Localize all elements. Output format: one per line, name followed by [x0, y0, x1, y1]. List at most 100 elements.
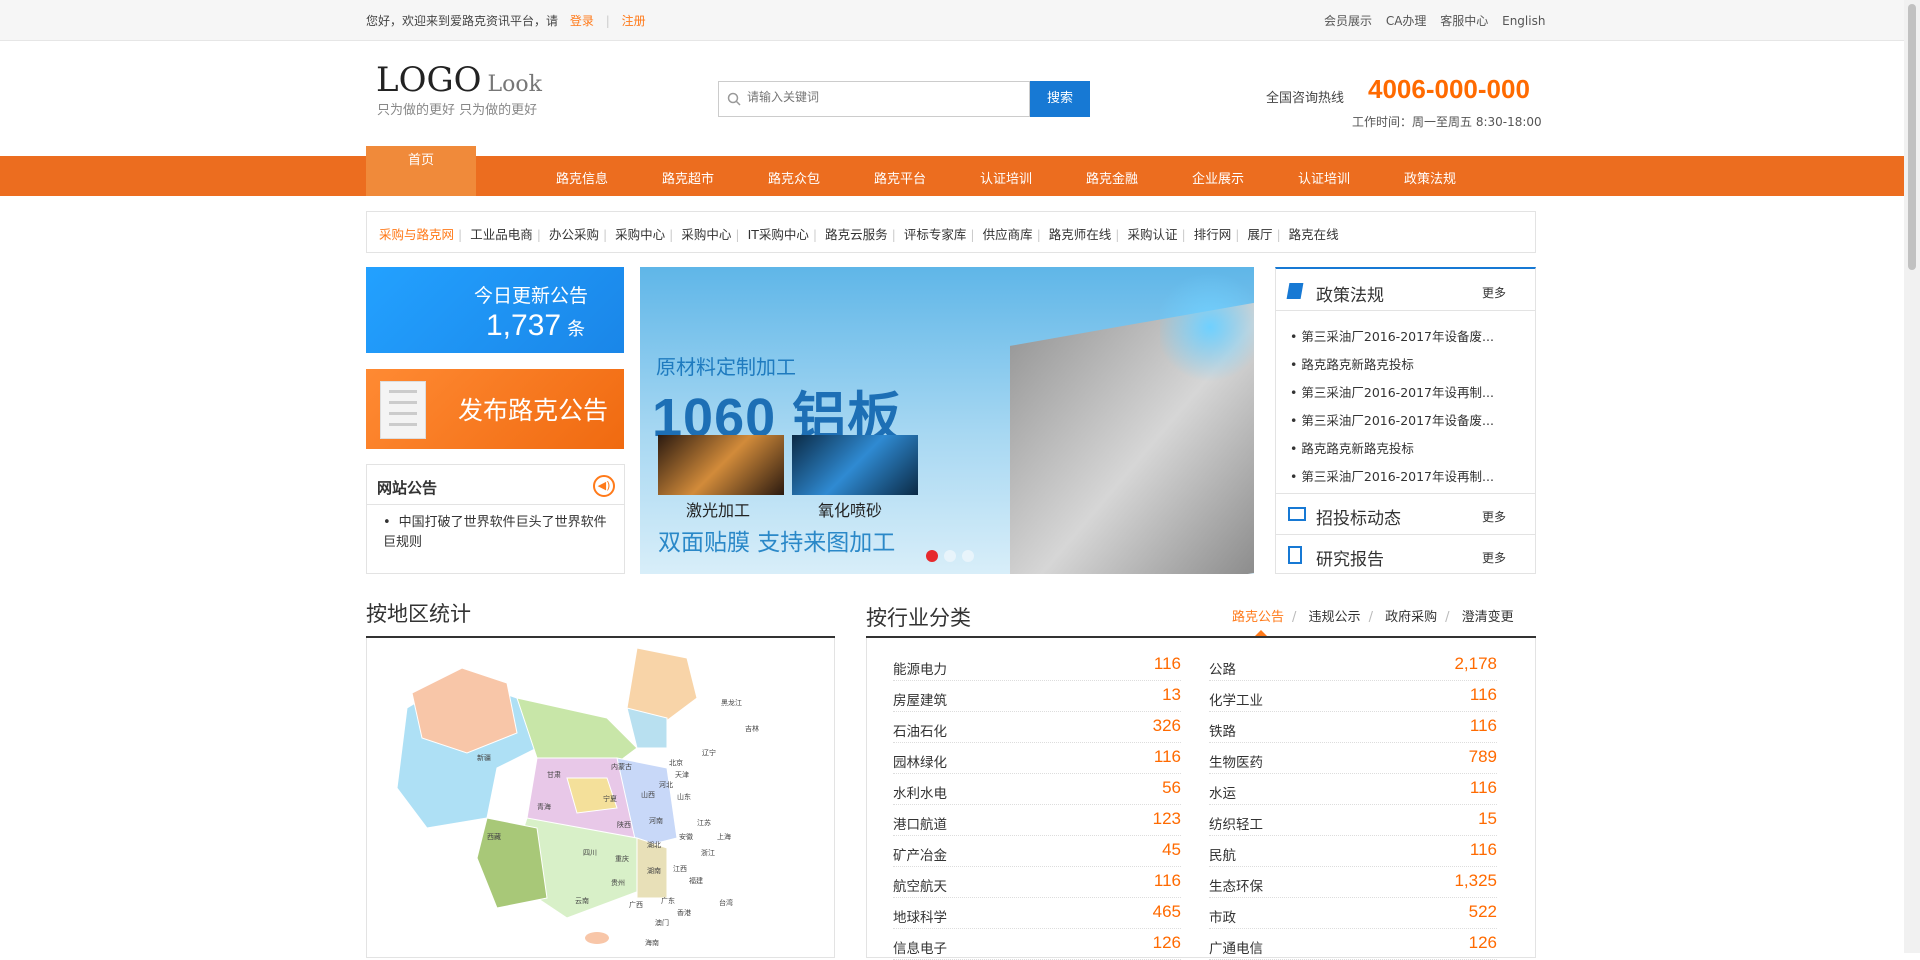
industry-row[interactable]: 石油石化 326: [893, 712, 1181, 743]
nav-item[interactable]: 认证培训: [980, 168, 1032, 187]
policy-item[interactable]: 第三采油厂2016-2017年设再制...: [1290, 379, 1494, 407]
industry-row[interactable]: 生物医药 789: [1209, 743, 1497, 774]
carousel-dot[interactable]: [944, 550, 956, 562]
industry-count: 13: [1162, 685, 1181, 704]
scrollbar-thumb[interactable]: [1908, 4, 1916, 270]
subcat-link[interactable]: 采购认证: [1128, 227, 1178, 242]
nav-home[interactable]: 首页: [366, 146, 476, 196]
policy-item[interactable]: 第三采油厂2016-2017年设再制...: [1290, 463, 1494, 491]
industry-row[interactable]: 信息电子 126: [893, 929, 1181, 960]
industry-title: 按行业分类: [866, 606, 971, 630]
carousel-dot[interactable]: [926, 550, 938, 562]
industry-row[interactable]: 地球科学 465: [893, 898, 1181, 929]
nav-item[interactable]: 认证培训: [1298, 168, 1350, 187]
nav-item[interactable]: 路克超市: [662, 168, 714, 187]
industry-row[interactable]: 市政 522: [1209, 898, 1497, 929]
industry-row[interactable]: 房屋建筑 13: [893, 681, 1181, 712]
industry-row[interactable]: 园林绿化 116: [893, 743, 1181, 774]
subcat-link[interactable]: 办公采购: [549, 227, 599, 242]
map-label: 澳门: [655, 919, 669, 927]
register-link[interactable]: 注册: [622, 14, 646, 28]
carousel-dots: [926, 547, 980, 566]
service-center-link[interactable]: 客服中心: [1440, 14, 1488, 28]
subcat-link[interactable]: 路克在线: [1289, 227, 1339, 242]
subcat-link[interactable]: 采购中心: [615, 227, 665, 242]
research-report-more-link[interactable]: 更多: [1482, 549, 1506, 566]
map-label: 海南: [645, 939, 659, 947]
tab-gov-procurement[interactable]: 政府采购: [1385, 610, 1437, 625]
research-report-section[interactable]: 研究报告 更多: [1276, 534, 1535, 575]
promo-banner[interactable]: 原材料定制加工 1060 铝板 激光加工 氧化喷砂 双面贴膜 支持来图加工: [640, 267, 1254, 574]
bidding-news-section[interactable]: 招投标动态 更多: [1276, 493, 1535, 534]
china-map[interactable]: [367, 638, 836, 958]
logo-sub-text: Look: [487, 72, 542, 97]
nav-item[interactable]: 政策法规: [1404, 168, 1456, 187]
industry-row[interactable]: 广通电信 126: [1209, 929, 1497, 960]
nav-item[interactable]: 企业展示: [1192, 168, 1244, 187]
today-updates-card[interactable]: 今日更新公告 1,737 条: [366, 267, 624, 353]
industry-row[interactable]: 民航 116: [1209, 836, 1497, 867]
ca-link[interactable]: CA办理: [1386, 14, 1427, 28]
subcat-link[interactable]: 工业品电商: [470, 227, 533, 242]
subcat-link[interactable]: 评标专家库: [904, 227, 967, 242]
industry-row[interactable]: 航空航天 116: [893, 867, 1181, 898]
today-unit: 条: [567, 319, 586, 339]
policy-item[interactable]: 路克路克新路克投标: [1290, 351, 1494, 379]
notice-item[interactable]: 中国打破了世界软件巨头了世界软件巨规则: [383, 513, 610, 553]
bidding-news-more-link[interactable]: 更多: [1482, 508, 1506, 525]
search-input[interactable]: [747, 90, 1017, 104]
subcat-link[interactable]: IT采购中心: [748, 227, 809, 242]
subcat-link[interactable]: 展厅: [1247, 227, 1272, 242]
nav-item[interactable]: 路克信息: [556, 168, 608, 187]
industry-count: 116: [1469, 685, 1497, 704]
sandblast-photo: [792, 435, 918, 495]
industry-row[interactable]: 化学工业 116: [1209, 681, 1497, 712]
policy-item[interactable]: 路克路克新路克投标: [1290, 435, 1494, 463]
tab-announcements[interactable]: 路克公告: [1232, 610, 1284, 625]
industry-row[interactable]: 水运 116: [1209, 774, 1497, 805]
industry-name: 纺织轻工: [1209, 817, 1263, 833]
nav-item[interactable]: 路克金融: [1086, 168, 1138, 187]
subcat-link[interactable]: 路克师在线: [1049, 227, 1112, 242]
industry-row[interactable]: 公路 2,178: [1209, 650, 1497, 681]
industry-count: 123: [1152, 809, 1181, 828]
industry-name: 铁路: [1209, 724, 1236, 740]
industry-name: 航空航天: [893, 879, 947, 895]
member-showcase-link[interactable]: 会员展示: [1324, 14, 1372, 28]
industry-row[interactable]: 铁路 116: [1209, 712, 1497, 743]
subcat-link[interactable]: 路克云服务: [825, 227, 888, 242]
industry-row[interactable]: 水利水电 56: [893, 774, 1181, 805]
subcat-link[interactable]: 采购中心: [681, 227, 731, 242]
industry-row[interactable]: 矿产冶金 45: [893, 836, 1181, 867]
search-bar: 搜索: [718, 81, 1090, 117]
carousel-dot[interactable]: [962, 550, 974, 562]
industry-row[interactable]: 能源电力 116: [893, 650, 1181, 681]
logo[interactable]: LOGO Look: [376, 60, 542, 100]
page-scrollbar[interactable]: [1904, 0, 1920, 953]
search-button[interactable]: 搜索: [1030, 81, 1090, 117]
work-time: 工作时间：周一至周五 8:30-18:00: [1352, 115, 1542, 129]
subcat-link[interactable]: 排行网: [1194, 227, 1232, 242]
speaker-icon[interactable]: ◀): [593, 475, 615, 497]
publish-announcement-button[interactable]: 发布路克公告: [366, 369, 624, 449]
industry-count: 126: [1468, 933, 1497, 952]
industry-row[interactable]: 港口航道 123: [893, 805, 1181, 836]
industry-row[interactable]: 生态环保 1,325: [1209, 867, 1497, 898]
today-count: 1,737: [486, 309, 562, 342]
login-link[interactable]: 登录: [570, 14, 594, 28]
policy-item[interactable]: 第三采油厂2016-2017年设备废...: [1290, 323, 1494, 351]
logo-slogan: 只为做的更好 只为做的更好: [377, 103, 538, 118]
industry-name: 地球科学: [893, 910, 947, 926]
nav-item[interactable]: 路克平台: [874, 168, 926, 187]
tab-clarifications[interactable]: 澄清变更: [1462, 610, 1514, 625]
tab-violations[interactable]: 违规公示: [1309, 610, 1361, 625]
english-link[interactable]: English: [1502, 14, 1545, 28]
policy-more-link[interactable]: 更多: [1482, 284, 1506, 301]
water-splash-image: [1160, 267, 1254, 387]
map-label: 广西: [629, 901, 643, 909]
subcat-link[interactable]: 供应商库: [983, 227, 1033, 242]
policy-item[interactable]: 第三采油厂2016-2017年设备废...: [1290, 407, 1494, 435]
subcat-link[interactable]: 采购与路克网: [379, 227, 454, 242]
nav-item[interactable]: 路克众包: [768, 168, 820, 187]
industry-row[interactable]: 纺织轻工 15: [1209, 805, 1497, 836]
